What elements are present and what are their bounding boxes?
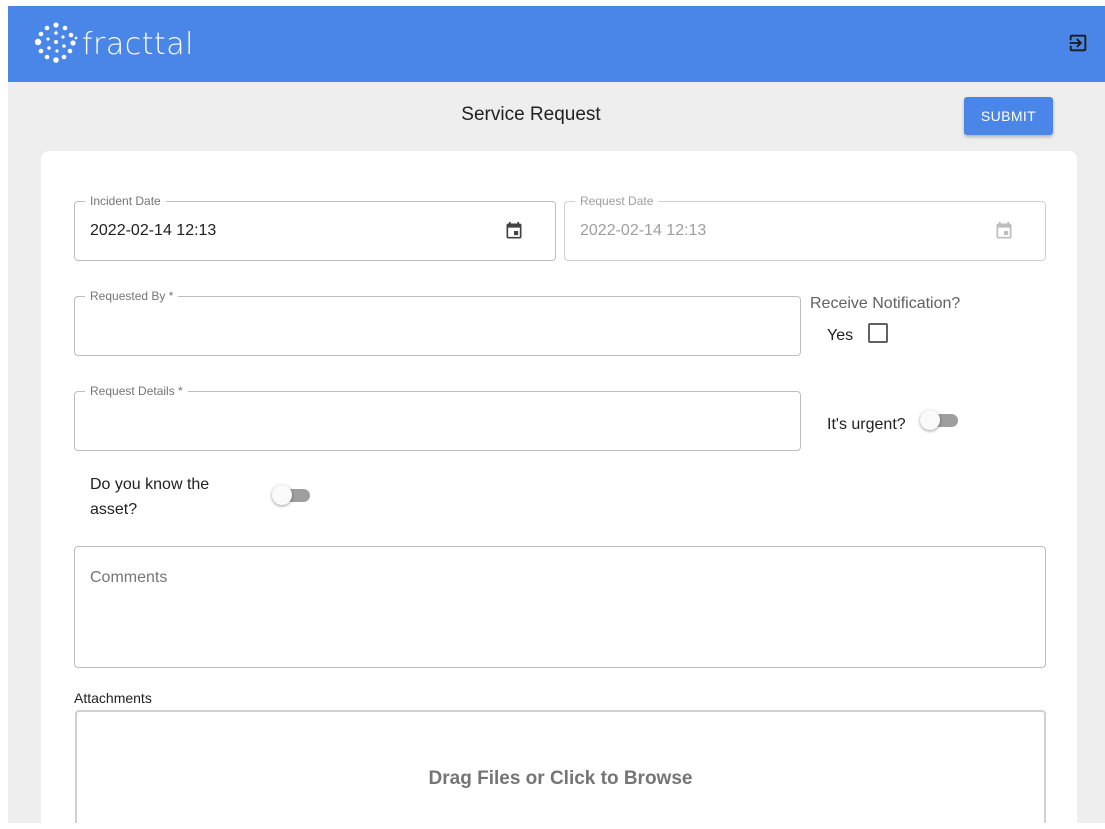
app-bar: fracttal — [8, 6, 1105, 82]
request-details-field[interactable]: Request Details * — [74, 384, 801, 451]
notification-yes-label: Yes — [827, 327, 854, 344]
urgent-label: It's urgent? — [827, 416, 906, 433]
calendar-icon[interactable] — [504, 221, 524, 241]
receive-notification-label: Receive Notification? — [810, 295, 961, 312]
know-asset-label: Do you know the asset? — [90, 476, 210, 518]
brand-name: fracttal — [82, 26, 195, 62]
page-title: Service Request — [461, 104, 601, 125]
notification-checkbox[interactable] — [868, 323, 888, 343]
comments-placeholder: Comments — [90, 569, 168, 586]
brand-logo[interactable]: fracttal — [34, 21, 195, 64]
incident-date-field[interactable]: Incident Date 2022-02-14 12:13 — [74, 194, 556, 261]
request-details-label: Request Details * — [85, 384, 188, 398]
attachments-dropzone[interactable]: Drag Files or Click to Browse — [75, 710, 1046, 823]
logout-icon[interactable] — [1067, 32, 1089, 54]
requested-by-label: Requested By * — [85, 289, 179, 303]
request-date-value: 2022-02-14 12:13 — [580, 222, 707, 239]
request-date-label: Request Date — [575, 194, 659, 208]
request-date-field: Request Date 2022-02-14 12:13 — [564, 194, 1046, 261]
attachments-label: Attachments — [74, 690, 152, 706]
toggle-thumb — [272, 485, 292, 505]
dropzone-text: Drag Files or Click to Browse — [428, 768, 693, 789]
toggle-thumb — [920, 410, 940, 430]
calendar-icon — [994, 221, 1014, 241]
know-asset-toggle[interactable] — [272, 484, 310, 506]
dots-logo-icon — [34, 20, 78, 69]
incident-date-label: Incident Date — [85, 194, 166, 208]
app-frame: fracttal Service Request SUBMIT Incident… — [8, 6, 1105, 823]
incident-date-value: 2022-02-14 12:13 — [90, 222, 217, 239]
requested-by-field[interactable]: Requested By * — [74, 289, 801, 356]
urgent-toggle[interactable] — [920, 409, 958, 431]
comments-field[interactable]: Comments — [74, 546, 1046, 668]
submit-button[interactable]: SUBMIT — [964, 97, 1053, 135]
